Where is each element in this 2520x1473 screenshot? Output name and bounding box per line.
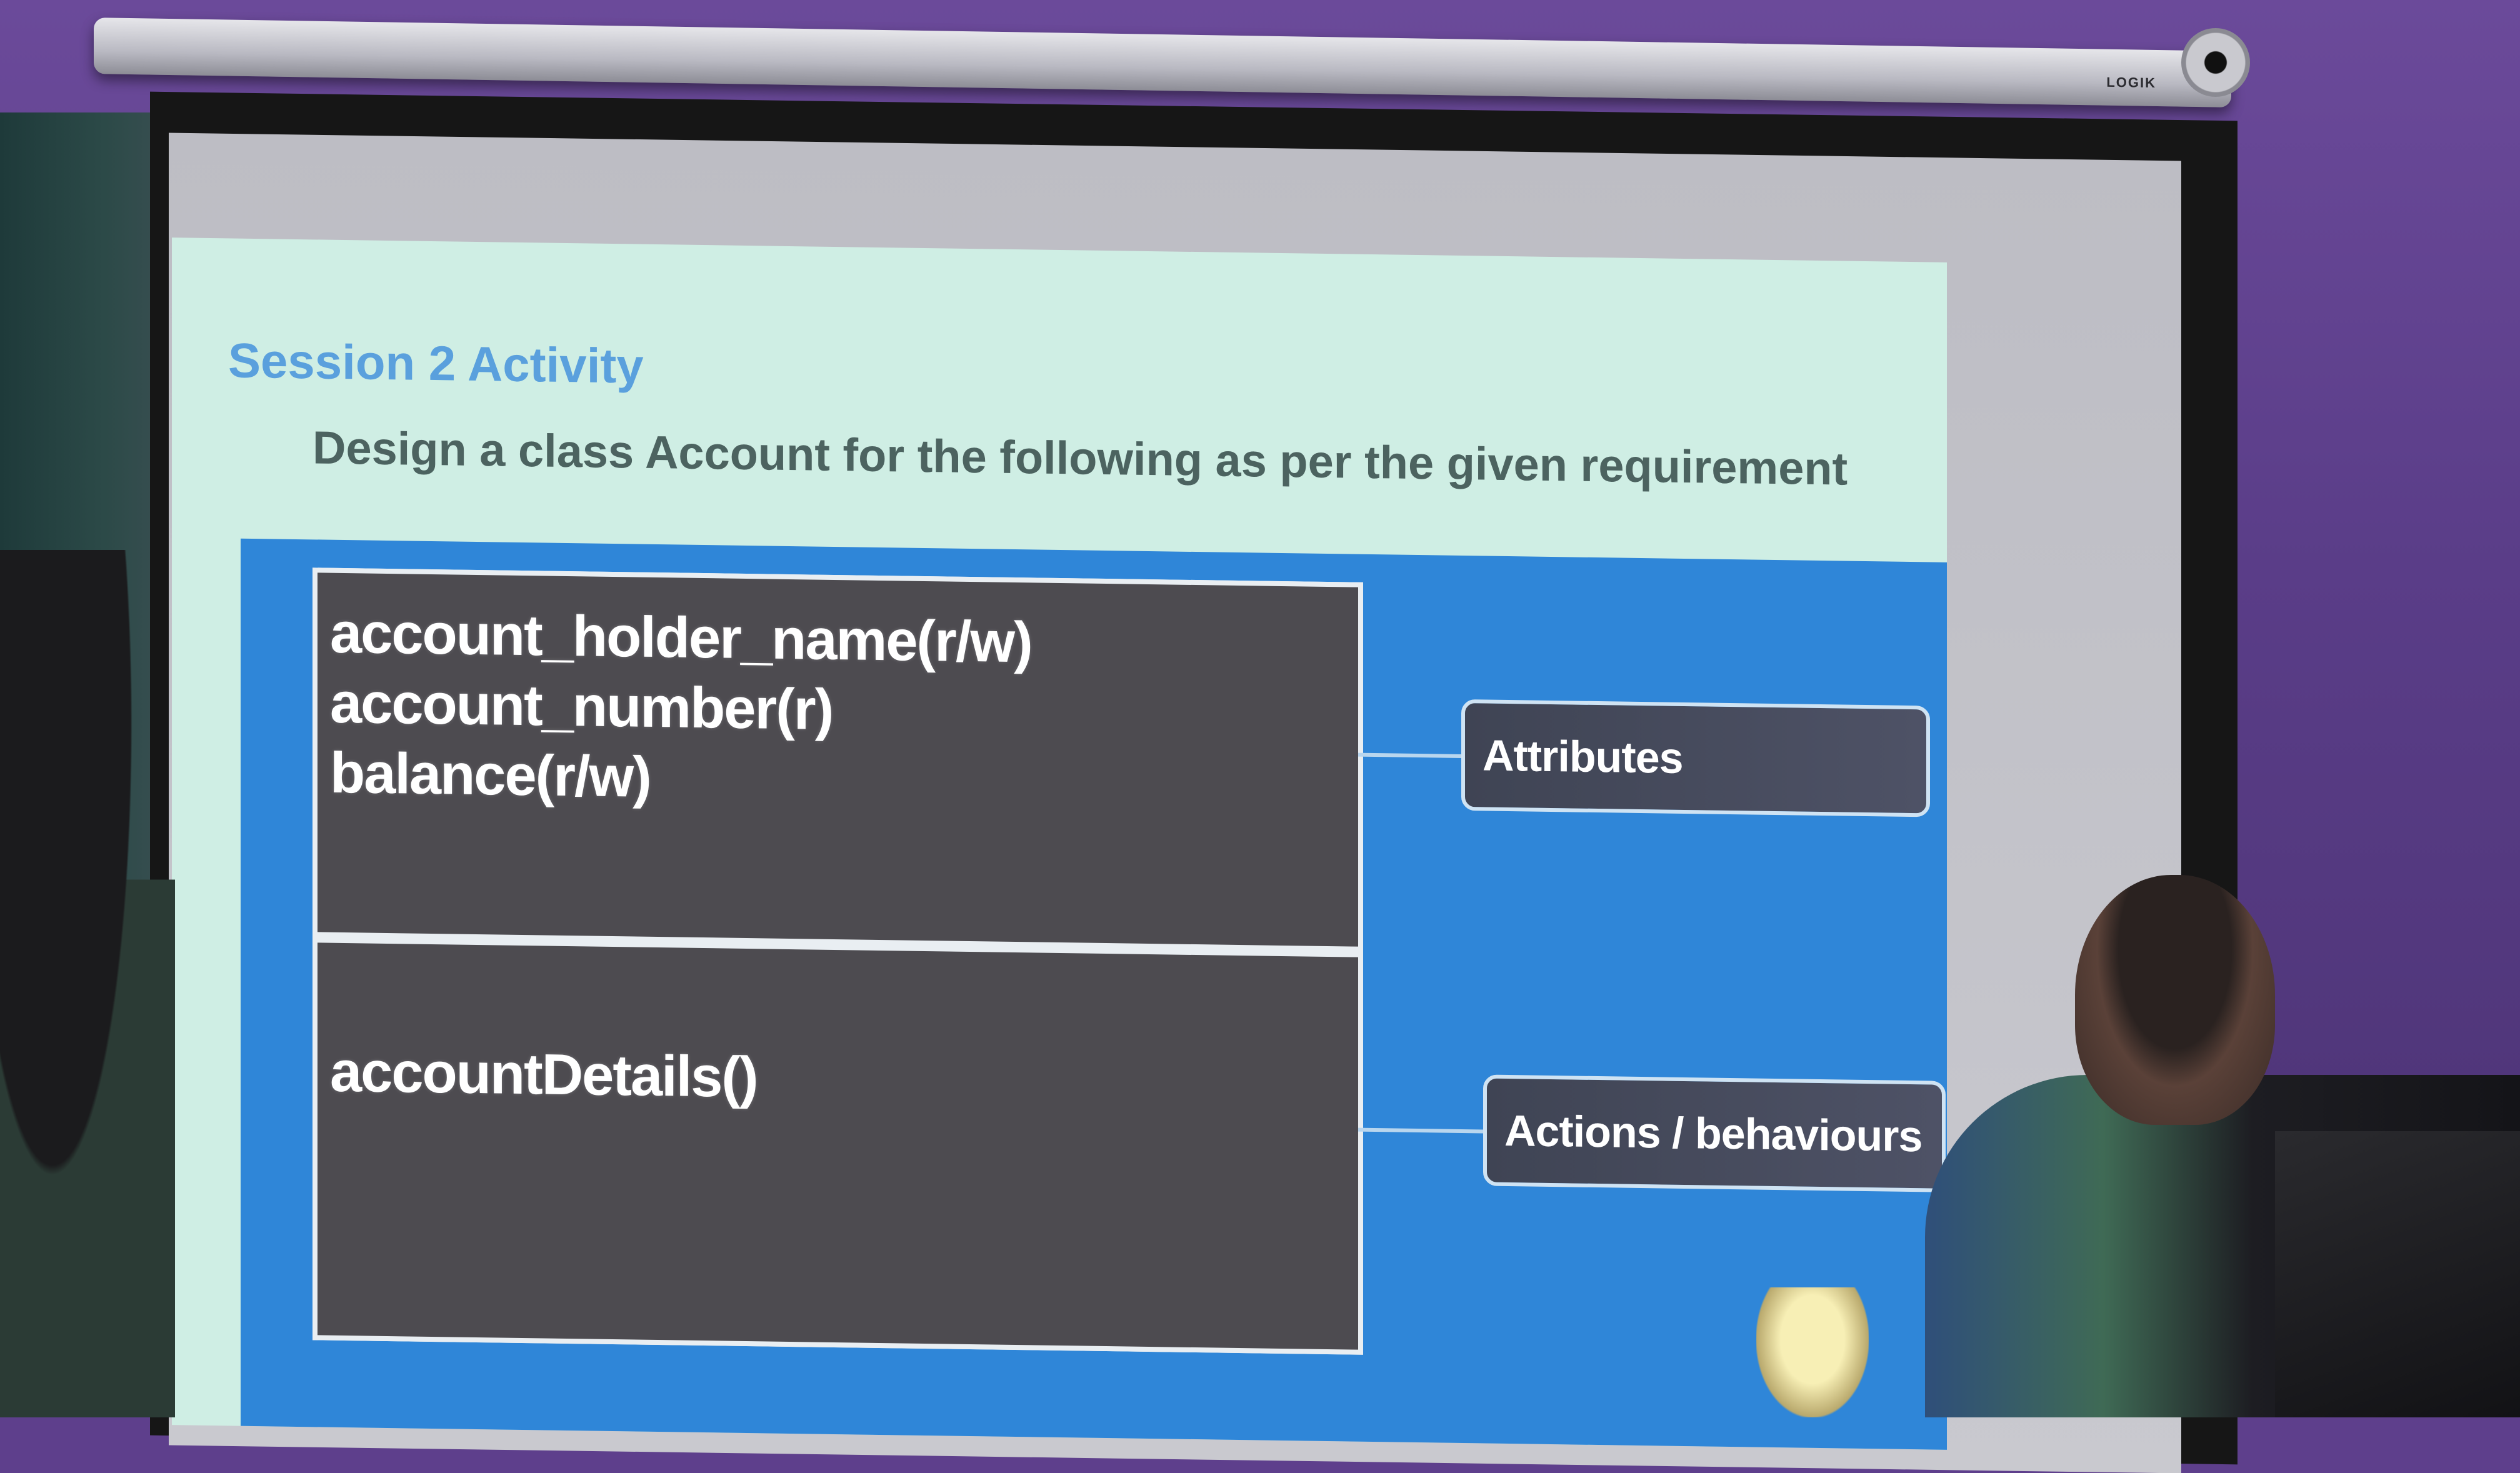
operations-section: accountDetails() (318, 942, 1358, 1350)
actions-callout-label: Actions / behaviours (1504, 1106, 1922, 1161)
laptop (2275, 1131, 2520, 1417)
diagram-panel: account_holder_name(r/w) account_number(… (241, 538, 1947, 1450)
person-right-head (2075, 875, 2275, 1125)
attribute-item: balance(r/w) (330, 741, 651, 809)
attributes-section: account_holder_name(r/w) account_number(… (318, 572, 1358, 947)
person-left-silhouette (0, 550, 175, 1417)
presentation-slide: Session 2 Activity Design a class Accoun… (172, 237, 1947, 1450)
uml-class-box: account_holder_name(r/w) account_number(… (312, 567, 1363, 1355)
attributes-connector-line (1358, 752, 1461, 758)
operation-item: accountDetails() (330, 1039, 758, 1110)
operation-list: accountDetails() (330, 1037, 758, 1113)
attribute-item: account_number(r) (330, 671, 833, 742)
housing-brand-logo: LOGIK (2106, 74, 2156, 91)
slide-subtitle: Design a class Account for the following… (312, 421, 1848, 495)
actions-callout: Actions / behaviours (1483, 1074, 1946, 1192)
attributes-callout-label: Attributes (1482, 731, 1683, 782)
actions-connector-line (1358, 1127, 1483, 1134)
desk-lamp (1756, 1287, 1869, 1417)
attribute-item: account_holder_name(r/w) (330, 601, 1032, 675)
slide-title: Session 2 Activity (228, 332, 644, 394)
attribute-list: account_holder_name(r/w) account_number(… (330, 598, 1032, 818)
security-camera-icon (2181, 28, 2250, 97)
attributes-callout: Attributes (1461, 699, 1930, 817)
